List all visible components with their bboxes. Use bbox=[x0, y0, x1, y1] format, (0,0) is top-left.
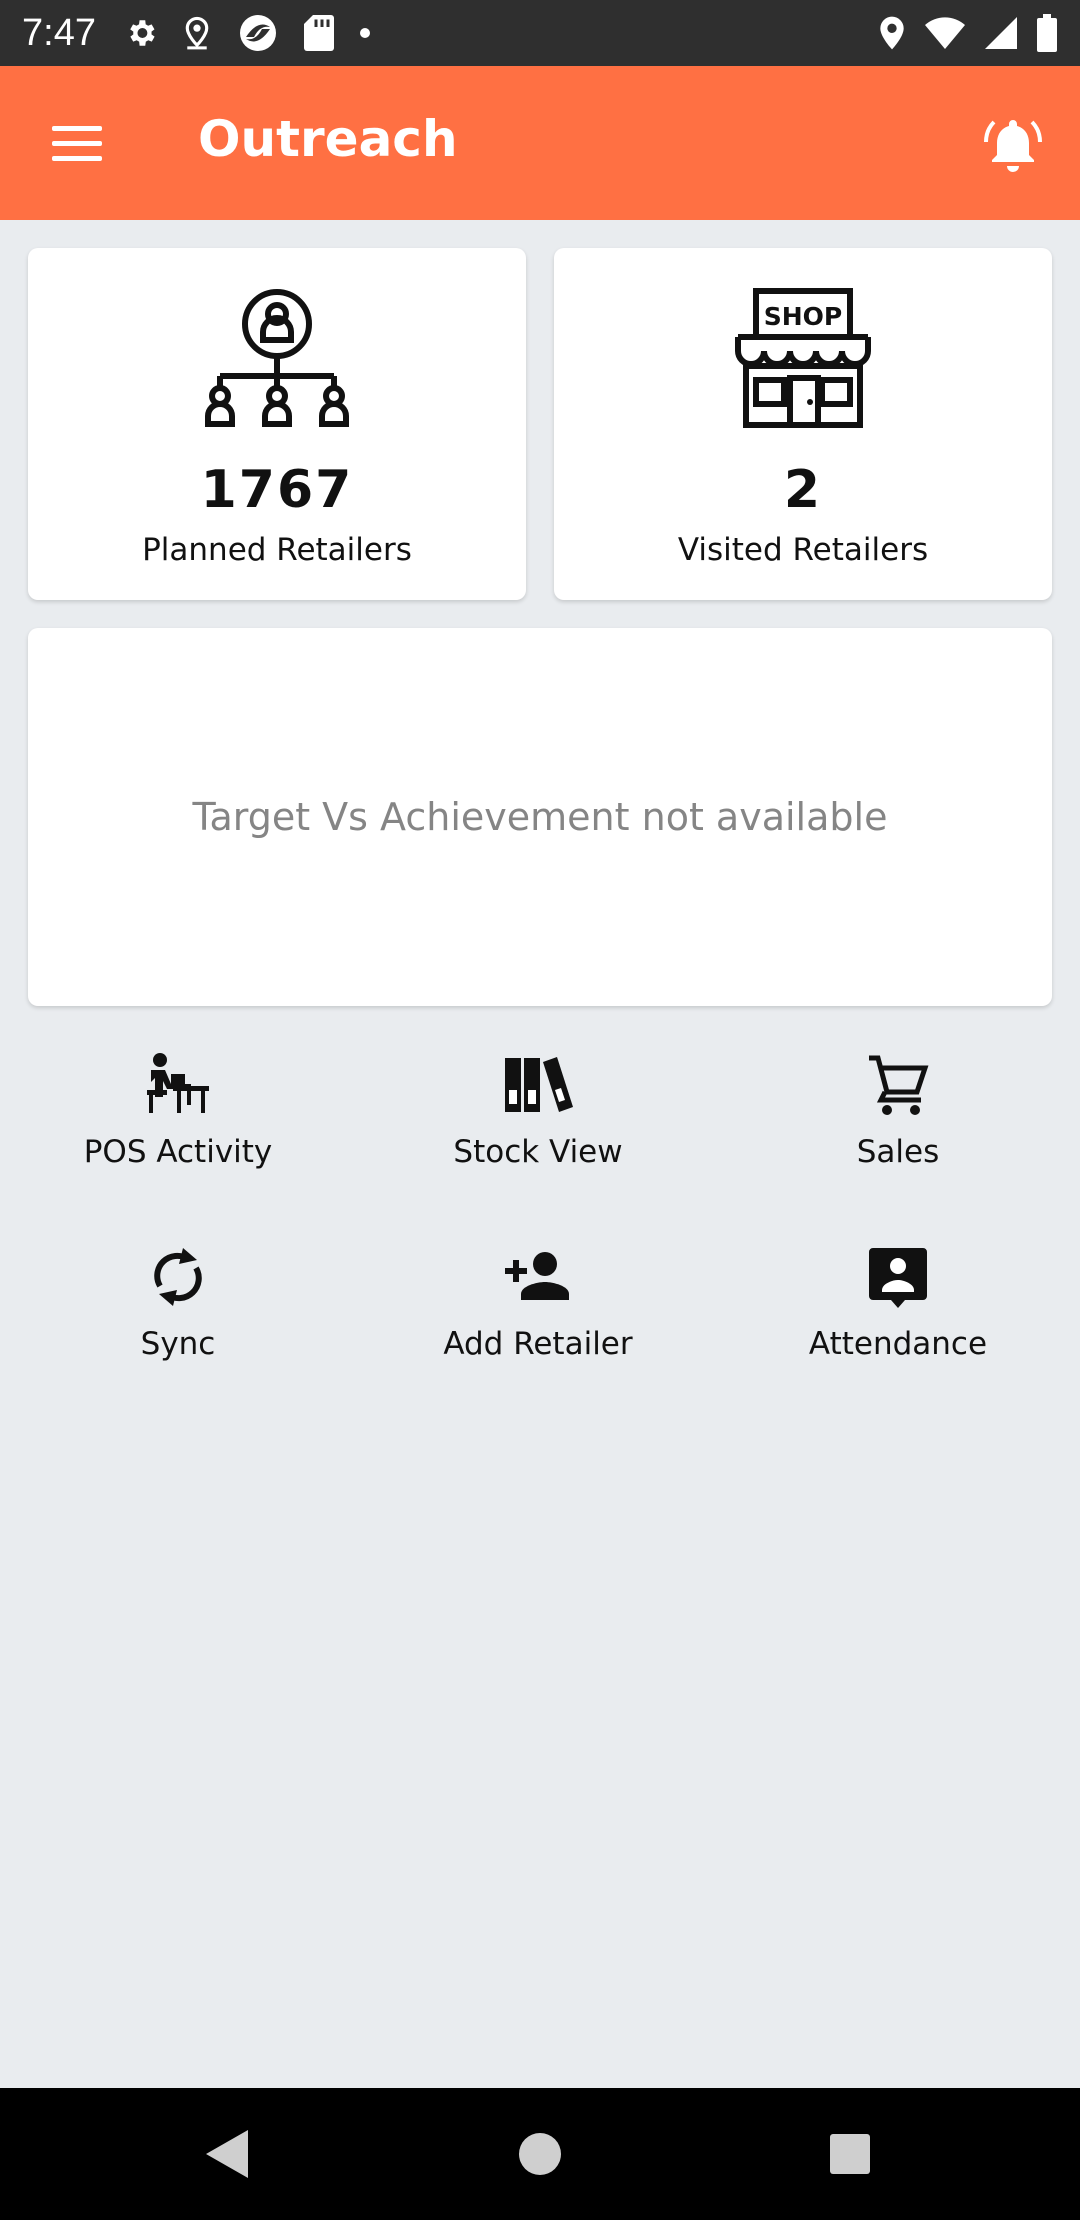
target-achievement-card: Target Vs Achievement not available bbox=[28, 628, 1052, 1006]
add-retailer-label: Add Retailer bbox=[443, 1326, 633, 1362]
menu-icon-line bbox=[52, 126, 102, 131]
status-time: 7:47 bbox=[22, 11, 96, 54]
app-logo-icon bbox=[239, 15, 276, 51]
sales-label: Sales bbox=[856, 1134, 940, 1170]
shop-sign-text: SHOP bbox=[764, 302, 843, 331]
attendance-button[interactable]: Attendance bbox=[748, 1242, 1048, 1392]
sync-label: Sync bbox=[140, 1326, 216, 1362]
menu-button[interactable] bbox=[52, 124, 102, 164]
sync-icon bbox=[154, 1248, 202, 1306]
system-nav-bar bbox=[0, 2088, 1080, 2220]
attendance-label: Attendance bbox=[808, 1326, 988, 1362]
wifi-icon bbox=[925, 17, 965, 49]
pos-activity-label: POS Activity bbox=[83, 1134, 273, 1170]
attendance-icon bbox=[869, 1248, 927, 1308]
page-title: Outreach bbox=[198, 110, 458, 168]
status-left-icons bbox=[124, 13, 372, 53]
shop-icon: SHOP bbox=[735, 288, 871, 428]
visited-retailers-card[interactable]: SHOP 2 Visited Retailers bbox=[554, 248, 1052, 600]
add-person-icon bbox=[505, 1252, 569, 1300]
app-bar: Outreach bbox=[0, 66, 1080, 220]
pos-activity-icon bbox=[147, 1053, 209, 1113]
screen: 7:47 Outreach 1767 Planned Retailers SHO… bbox=[0, 0, 1080, 2220]
target-unavailable-message: Target Vs Achievement not available bbox=[192, 795, 888, 839]
location-outline-icon bbox=[185, 16, 209, 50]
notifications-button[interactable] bbox=[982, 112, 1044, 174]
status-bar: 7:47 bbox=[0, 0, 1080, 66]
sd-card-icon bbox=[303, 15, 334, 51]
stock-view-icon bbox=[505, 1057, 573, 1112]
menu-icon-line bbox=[52, 156, 102, 161]
planned-retailers-label: Planned Retailers bbox=[142, 532, 412, 568]
home-nav-icon[interactable] bbox=[510, 2124, 570, 2184]
cell-signal-icon bbox=[985, 17, 1017, 49]
sync-button[interactable]: Sync bbox=[28, 1242, 328, 1392]
menu-icon-line bbox=[52, 141, 102, 146]
notification-dot-icon bbox=[359, 28, 370, 38]
add-retailer-button[interactable]: Add Retailer bbox=[388, 1242, 688, 1392]
bell-ringing-icon bbox=[984, 120, 1042, 172]
stock-view-label: Stock View bbox=[453, 1134, 623, 1170]
location-icon bbox=[880, 16, 904, 50]
cart-icon bbox=[869, 1055, 929, 1115]
status-right-icons bbox=[878, 14, 1058, 52]
visited-retailers-label: Visited Retailers bbox=[677, 532, 929, 568]
planned-retailers-card[interactable]: 1767 Planned Retailers bbox=[28, 248, 526, 600]
visited-retailers-count: 2 bbox=[783, 460, 823, 520]
settings-icon bbox=[130, 20, 155, 46]
back-nav-icon[interactable] bbox=[196, 2124, 256, 2184]
recents-nav-icon[interactable] bbox=[820, 2124, 880, 2184]
org-hierarchy-icon bbox=[205, 289, 349, 427]
stock-view-button[interactable]: Stock View bbox=[388, 1050, 688, 1200]
sales-button[interactable]: Sales bbox=[748, 1050, 1048, 1200]
pos-activity-button[interactable]: POS Activity bbox=[28, 1050, 328, 1200]
planned-retailers-count: 1767 bbox=[200, 460, 354, 520]
battery-icon bbox=[1037, 14, 1057, 52]
